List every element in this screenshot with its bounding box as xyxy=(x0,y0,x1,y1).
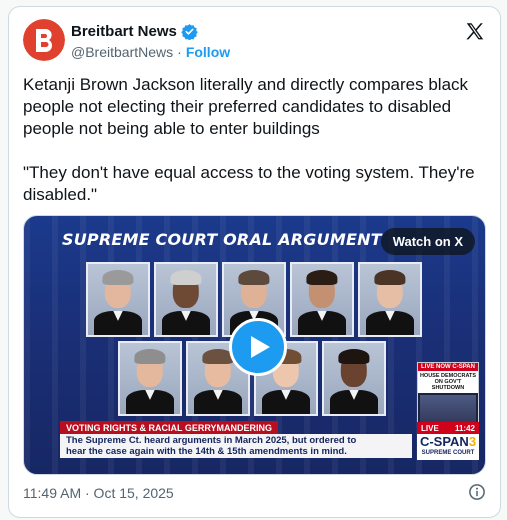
cspan-subtitle: SUPREME COURT xyxy=(421,450,475,456)
separator-dot: · xyxy=(177,44,182,60)
lower-third-body: The Supreme Ct. heard arguments in March… xyxy=(60,434,412,458)
justice-portrait xyxy=(86,262,150,337)
tweet-text: Ketanji Brown Jackson literally and dire… xyxy=(23,74,491,206)
tweet-card: Breitbart News @BreitbartNews · Follow K… xyxy=(8,6,501,518)
lower-third-label: VOTING RIGHTS & RACIAL GERRYMANDERING xyxy=(60,421,279,435)
breitbart-avatar[interactable] xyxy=(23,19,65,61)
x-logo-icon[interactable] xyxy=(464,21,486,43)
breitbart-logo-icon xyxy=(23,19,65,61)
tweet-timestamp[interactable]: 11:49 AM · Oct 15, 2025 xyxy=(23,485,174,501)
justice-portrait xyxy=(290,262,354,337)
tweet-text-paragraph-2: "They don't have equal access to the vot… xyxy=(23,163,475,204)
lower-third-line-1: The Supreme Ct. heard arguments in March… xyxy=(66,435,357,446)
cspan-number: 3 xyxy=(468,434,477,449)
follow-button[interactable]: Follow xyxy=(186,44,230,60)
video-player[interactable]: SUPREME COURT ORAL ARGUMENT Watch on X L… xyxy=(23,215,486,475)
author-display-name[interactable]: Breitbart News xyxy=(71,23,177,40)
live-now-headline: HOUSE DEMOCRATS ON GOV'T SHUTDOWN xyxy=(418,371,478,393)
author-name-row: Breitbart News xyxy=(71,23,198,40)
live-time: 11:42 xyxy=(454,423,475,433)
tweet-text-paragraph-1: Ketanji Brown Jackson literally and dire… xyxy=(23,75,469,138)
author-handle-row: @BreitbartNews · Follow xyxy=(71,44,230,60)
lower-third-line-2: hear the case again with the 14th & 15th… xyxy=(66,446,347,457)
lower-third-caption: VOTING RIGHTS & RACIAL GERRYMANDERING Th… xyxy=(60,421,412,458)
verified-badge-icon xyxy=(181,24,198,40)
live-badge: LIVE 11:42 xyxy=(417,422,479,434)
play-icon xyxy=(251,336,270,358)
live-label: LIVE xyxy=(421,423,439,433)
author-handle[interactable]: @BreitbartNews xyxy=(71,44,173,60)
justice-portrait xyxy=(154,262,218,337)
cspan-logo: C-SPAN3 SUPREME COURT xyxy=(417,434,479,460)
video-banner-title: SUPREME COURT ORAL ARGUMENT xyxy=(62,230,382,249)
info-icon[interactable] xyxy=(468,483,486,501)
cspan-network-name: C-SPAN3 xyxy=(417,434,479,449)
watch-on-x-button[interactable]: Watch on X xyxy=(380,228,475,255)
justice-portrait xyxy=(118,341,182,416)
cspan-name-text: C-SPAN xyxy=(419,434,469,449)
justice-portrait xyxy=(358,262,422,337)
play-button[interactable] xyxy=(229,318,287,376)
justice-portrait xyxy=(322,341,386,416)
live-now-label: LIVE NOW C-SPAN xyxy=(418,363,478,371)
